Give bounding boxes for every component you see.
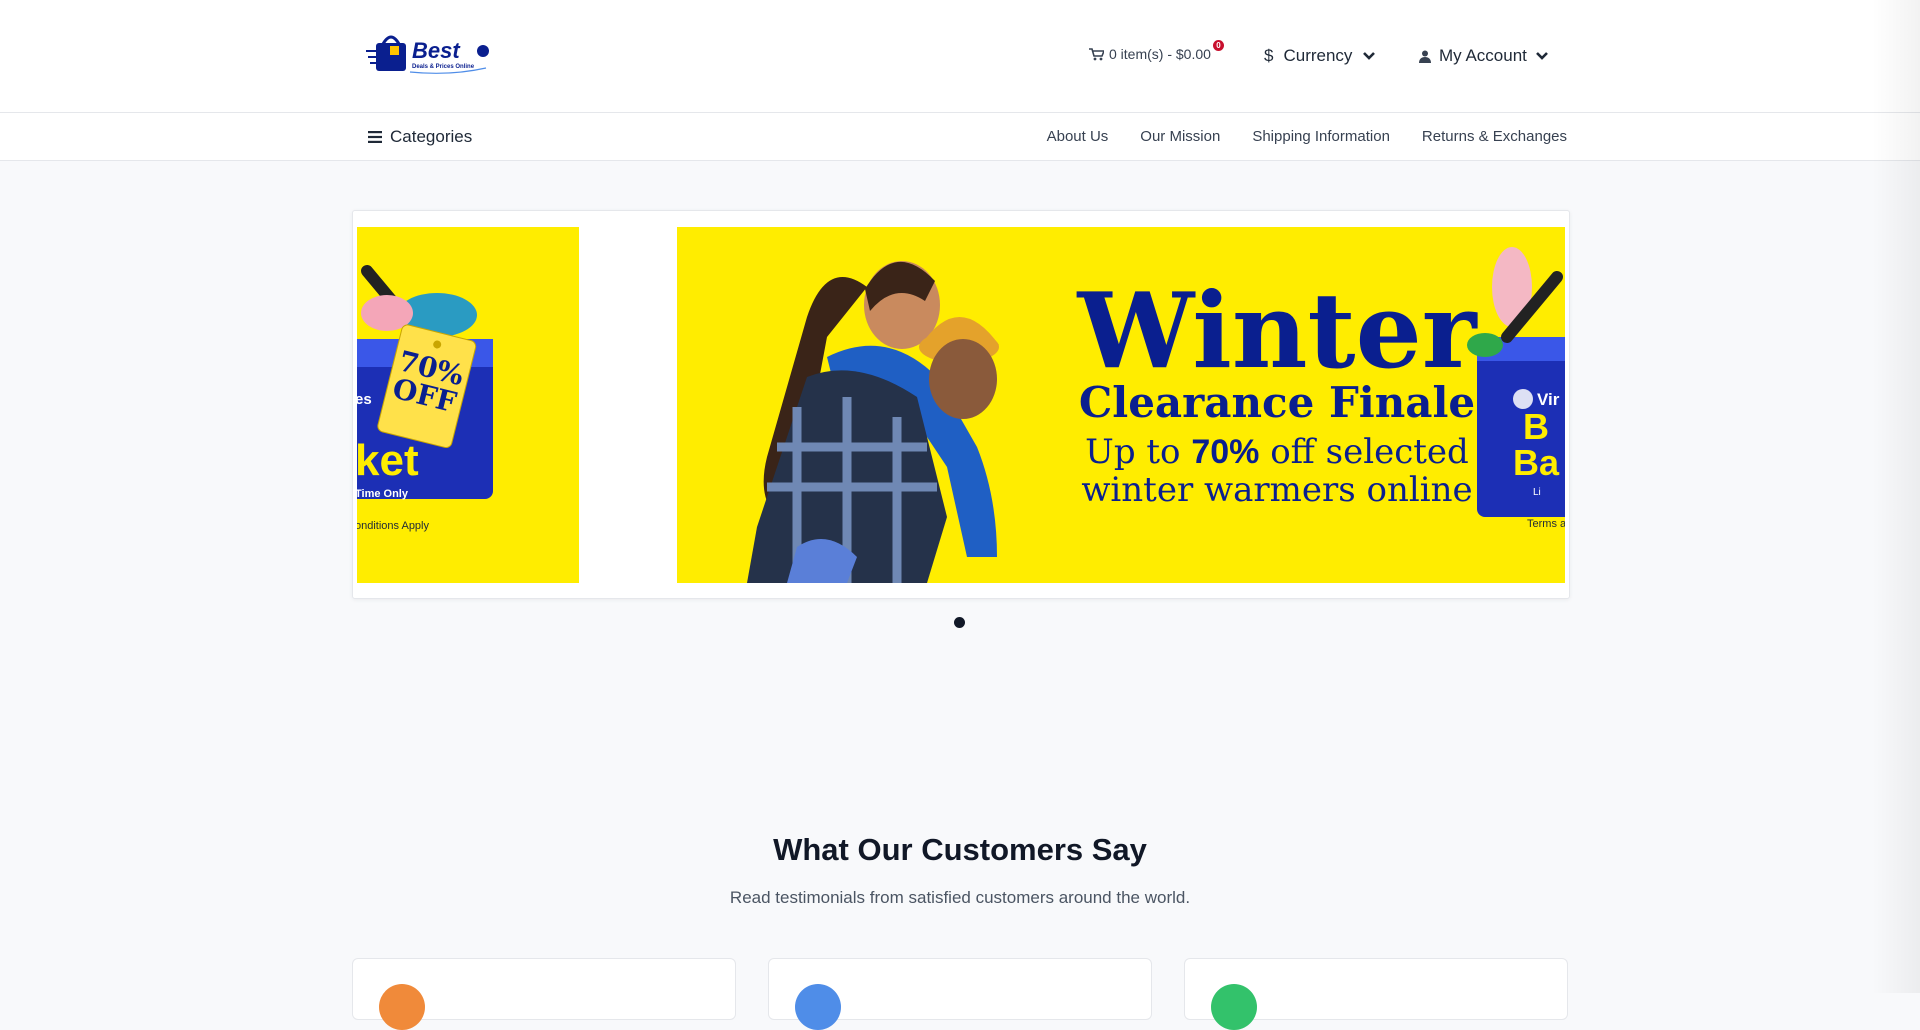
banner-slide-previous[interactable]: 70% OFF es ket Time Only onditions Apply: [357, 227, 579, 583]
banner-terms-text: onditions Apply: [357, 520, 429, 532]
logo-tagline: Deals & Prices Online: [412, 64, 475, 70]
nav-link-our-mission[interactable]: Our Mission: [1140, 128, 1220, 145]
hamburger-menu-icon: [368, 131, 382, 143]
banner-people-image: [747, 261, 999, 583]
avatar: [379, 984, 425, 1030]
banner-subheadline: Clearance Finale: [1079, 378, 1475, 427]
carousel-dot-1[interactable]: [954, 617, 965, 628]
avatar: [795, 984, 841, 1030]
testimonials-subtitle: Read testimonials from satisfied custome…: [729, 888, 1191, 907]
nav-link-about-us[interactable]: About Us: [1047, 128, 1109, 145]
logo-brand-text: Best: [412, 38, 461, 63]
banner-slide-winter-clearance[interactable]: Winter Clearance Finale Up to 70% off se…: [677, 227, 1565, 583]
testimonials-title: What Our Customers Say: [773, 832, 1147, 867]
peek-text-3: Ba: [1513, 442, 1560, 483]
peek-text-4: Li: [1533, 487, 1541, 498]
banner-partial-text: es: [357, 391, 372, 408]
avatar: [1211, 984, 1257, 1030]
peek-terms-text: Terms a: [1527, 518, 1565, 530]
chevron-down-icon: [1363, 52, 1376, 60]
user-icon: [1419, 50, 1431, 63]
banner-headline: Winter: [1076, 269, 1477, 392]
categories-menu-button[interactable]: Categories: [368, 127, 472, 147]
my-account-dropdown[interactable]: My Account: [1419, 46, 1549, 66]
testimonial-card: [1184, 958, 1568, 1030]
main-nav: Categories About Us Our Mission Shipping…: [0, 113, 1920, 161]
cart-summary[interactable]: 0 item(s) - $0.00: [1089, 46, 1211, 62]
categories-label: Categories: [390, 127, 473, 146]
testimonial-card: [352, 958, 736, 1030]
cart-count-badge: 0: [1213, 40, 1224, 51]
nav-links: About Us Our Mission Shipping Informatio…: [1047, 128, 1567, 145]
shopping-cart-icon: [1089, 47, 1104, 60]
banner-carousel[interactable]: 70% OFF es ket Time Only onditions Apply: [352, 210, 1570, 599]
dollar-icon: $: [1264, 46, 1274, 65]
shopping-bag-icon: [366, 35, 406, 71]
cart-label: 0 item(s) - $0.00: [1109, 46, 1211, 62]
banner-offer-line1: Up to 70% off selected: [1085, 432, 1469, 472]
currency-dropdown[interactable]: $ Currency: [1264, 46, 1376, 66]
peek-text-2: B: [1523, 406, 1549, 447]
banner-offer-line2: winter warmers online: [1081, 470, 1472, 510]
banner-next-slide-peek: Vir B Ba Li Terms a: [1467, 247, 1565, 530]
nav-link-shipping-information[interactable]: Shipping Information: [1252, 128, 1390, 145]
site-header: Best Deals & Prices Online 0 item(s) - $…: [0, 0, 1920, 113]
nav-link-returns-exchanges[interactable]: Returns & Exchanges: [1422, 128, 1567, 145]
banner-time-text: Time Only: [357, 488, 409, 500]
account-label: My Account: [1439, 46, 1527, 65]
testimonial-card: [768, 958, 1152, 1030]
site-logo[interactable]: Best Deals & Prices Online: [366, 31, 492, 77]
chevron-down-icon: [1535, 52, 1548, 60]
currency-label: Currency: [1283, 46, 1353, 65]
banner-basket-text: ket: [357, 436, 419, 485]
